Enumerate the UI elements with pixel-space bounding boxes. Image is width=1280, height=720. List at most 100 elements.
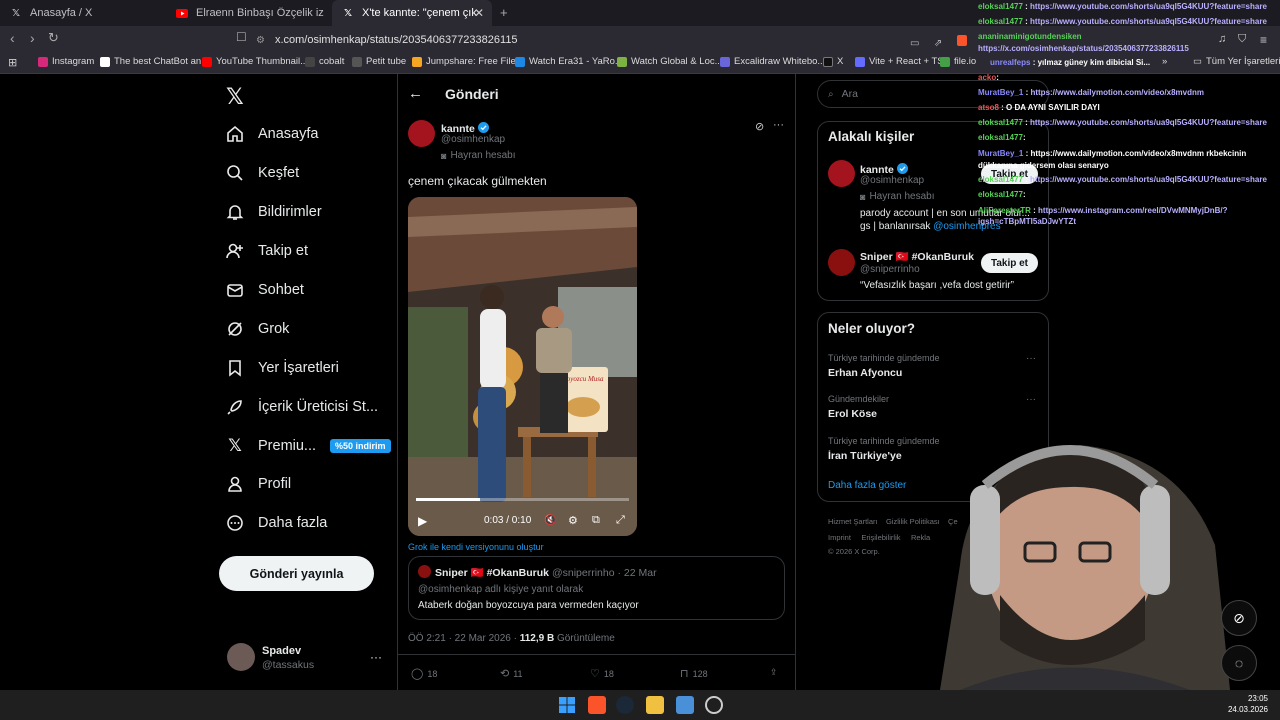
- bookmark-item[interactable]: X: [823, 56, 843, 67]
- forward-icon[interactable]: ›: [30, 30, 35, 46]
- sidebar-item-profile[interactable]: Profil: [226, 475, 291, 493]
- back-icon[interactable]: ‹: [10, 30, 15, 46]
- close-tab-icon[interactable]: ✕: [474, 6, 484, 20]
- webcam-overlay: [930, 425, 1230, 690]
- share-icon[interactable]: ⇗: [934, 38, 942, 49]
- shield-icon[interactable]: ⛉: [1238, 33, 1246, 46]
- trend-item[interactable]: Gündemdekiler Erol Köse: [828, 394, 889, 420]
- fullscreen-icon[interactable]: ⤢: [616, 514, 625, 527]
- x-logo-icon[interactable]: 𝕏: [226, 84, 244, 110]
- cast-icon[interactable]: ▭: [910, 38, 919, 49]
- avatar[interactable]: [408, 120, 435, 147]
- reload-icon[interactable]: ↻: [48, 30, 59, 46]
- more-options-icon[interactable]: ···: [773, 119, 784, 131]
- avatar: [418, 565, 431, 578]
- avatar[interactable]: [828, 160, 855, 187]
- brave-icon[interactable]: [588, 696, 606, 714]
- windows-start-icon[interactable]: [558, 696, 576, 714]
- more-options-icon[interactable]: ···: [1026, 353, 1036, 364]
- sign-text: Boyozcu Musa: [562, 375, 604, 383]
- menu-icon[interactable]: ≡: [1260, 33, 1267, 47]
- account-menu-icon[interactable]: ···: [370, 650, 382, 664]
- obs-icon[interactable]: [705, 696, 723, 714]
- mute-icon[interactable]: 🔇: [544, 515, 556, 526]
- footer-link[interactable]: Erişilebilirlik: [861, 533, 900, 542]
- bookmark-item[interactable]: Petit tube: [352, 56, 406, 67]
- sidebar-item-home[interactable]: Anasayfa: [226, 125, 318, 143]
- tab-youtube[interactable]: Elraenn Binbaşı Özçelik izliyor - YouT: [166, 0, 332, 26]
- pip-icon[interactable]: ⧉: [592, 514, 600, 527]
- more-options-icon[interactable]: ···: [1026, 394, 1036, 405]
- video-player[interactable]: Boyozcu Musa ▶ 0:03 / 0:10 🔇 ⚙ ⧉ ⤢: [408, 197, 637, 536]
- post-button[interactable]: Gönderi yayınla: [219, 556, 374, 591]
- bookmark-item[interactable]: cobalt: [305, 56, 344, 67]
- all-bookmarks[interactable]: ▭ Tüm Yer İşaretleri: [1193, 56, 1280, 67]
- bell-icon: [226, 203, 244, 221]
- like-button[interactable]: ♡ 18: [590, 667, 614, 680]
- bookmark-item[interactable]: Jumpshare: Free File...: [412, 56, 524, 67]
- bookmark-item[interactable]: Watch Global & Loc...: [617, 56, 723, 67]
- grok-float-icon[interactable]: ⊘: [1221, 600, 1257, 636]
- footer-link[interactable]: Hizmet Şartları: [828, 517, 878, 526]
- folder-icon[interactable]: [646, 696, 664, 714]
- bookmark-item[interactable]: file.io: [940, 56, 976, 67]
- taskbar: [0, 690, 1280, 720]
- bookmark-item[interactable]: Watch Era31 - YaRo...: [515, 56, 623, 67]
- tab-label: Elraenn Binbaşı Özçelik izliyor - YouT: [196, 7, 324, 19]
- follow-button[interactable]: Takip et: [981, 253, 1038, 273]
- fan-account-label: ◙ Hayran hesabı: [441, 150, 516, 161]
- sidebar-item-explore[interactable]: Keşfet: [226, 164, 299, 182]
- tab-home[interactable]: 𝕏 Anasayfa / X: [0, 0, 166, 26]
- person-name[interactable]: Sniper 🇹🇷 #OkanBuruk: [860, 250, 974, 263]
- footer-link[interactable]: Imprint: [828, 533, 851, 542]
- tab-current[interactable]: 𝕏 X'te kannte: "çenem çıkacak gülr ✕: [332, 0, 492, 26]
- quoted-author-line: Sniper 🇹🇷 #OkanBuruk @sniperrinho · 22 M…: [435, 567, 657, 579]
- sidebar-item-chat[interactable]: Sohbet: [226, 281, 304, 299]
- apps-grid-icon[interactable]: ⊞: [8, 56, 17, 69]
- post-text: çenem çıkacak gülmekten: [408, 174, 547, 188]
- chat-message: AliForesterTR : https://www.instagram.co…: [978, 206, 1228, 226]
- video-progress-track[interactable]: [416, 498, 629, 501]
- sidebar-item-bookmarks[interactable]: Yer İşaretleri: [226, 359, 339, 377]
- chat-message: eloksal1477:: [978, 190, 1026, 199]
- sidebar-item-creator-studio[interactable]: İçerik Üreticisi St...: [226, 398, 378, 416]
- bookmark-item[interactable]: YouTube Thumbnail...: [202, 56, 308, 67]
- brave-shield-icon[interactable]: [956, 35, 967, 46]
- bookmark-item[interactable]: Excalidraw Whitebo...: [720, 56, 825, 67]
- show-more-link[interactable]: Daha fazla göster: [828, 480, 906, 491]
- post-meta: ÖÖ 2:21 · 22 Mar 2026 · 112,9 B Görüntül…: [408, 633, 615, 644]
- steam-icon[interactable]: [616, 696, 634, 714]
- avatar[interactable]: [227, 643, 255, 671]
- url-field[interactable]: ⚙ x.com/osimhenkap/status/20354063772338…: [256, 31, 972, 49]
- sidebar-item-premium[interactable]: 𝕏 Premiu... %50 indirim: [226, 436, 391, 455]
- sidebar-item-follow[interactable]: Takip et: [226, 242, 308, 260]
- trend-item[interactable]: Türkiye tarihinde gündemde İran Türkiye'…: [828, 436, 940, 462]
- music-icon[interactable]: ♫: [1218, 33, 1226, 45]
- sidebar-item-notifications[interactable]: Bildirimler: [226, 203, 322, 221]
- repost-button[interactable]: ⟲ 11: [500, 667, 523, 680]
- settings-icon[interactable]: ⚙: [568, 514, 578, 527]
- bookmark-button[interactable]: ⊓ 128: [680, 667, 708, 680]
- site-settings-icon[interactable]: ⚙: [256, 35, 265, 46]
- bookmark-item[interactable]: Instagram: [38, 56, 94, 67]
- new-tab-button[interactable]: +: [500, 5, 508, 20]
- avatar[interactable]: [828, 249, 855, 276]
- related-title: Alakalı kişiler: [828, 129, 915, 144]
- trend-item[interactable]: Türkiye tarihinde gündemde Erhan Afyoncu: [828, 353, 940, 379]
- bookmark-item[interactable]: The best ChatBot an...: [100, 56, 209, 67]
- grok-link[interactable]: Grok ile kendi versiyonunu oluştur: [408, 542, 544, 552]
- sidebar-item-more[interactable]: Daha fazla: [226, 514, 327, 532]
- bookmark-page-icon[interactable]: ☐: [236, 30, 247, 44]
- sidebar-item-grok[interactable]: Grok: [226, 320, 289, 338]
- reply-button[interactable]: ◯ 18: [411, 667, 437, 680]
- play-icon[interactable]: ▶: [418, 514, 427, 528]
- app-icon[interactable]: [676, 696, 694, 714]
- grok-icon[interactable]: ⊘: [755, 120, 764, 133]
- x-logo-icon: 𝕏: [343, 7, 353, 19]
- share-icon[interactable]: ⇪: [770, 667, 778, 678]
- more-bookmarks-icon[interactable]: »: [1162, 56, 1167, 67]
- bookmark-item[interactable]: Vite + React + TS: [855, 56, 944, 67]
- chat-float-icon[interactable]: ◌: [1221, 645, 1257, 681]
- footer-link[interactable]: Rekla: [911, 533, 930, 542]
- back-arrow-icon[interactable]: ←: [408, 85, 423, 102]
